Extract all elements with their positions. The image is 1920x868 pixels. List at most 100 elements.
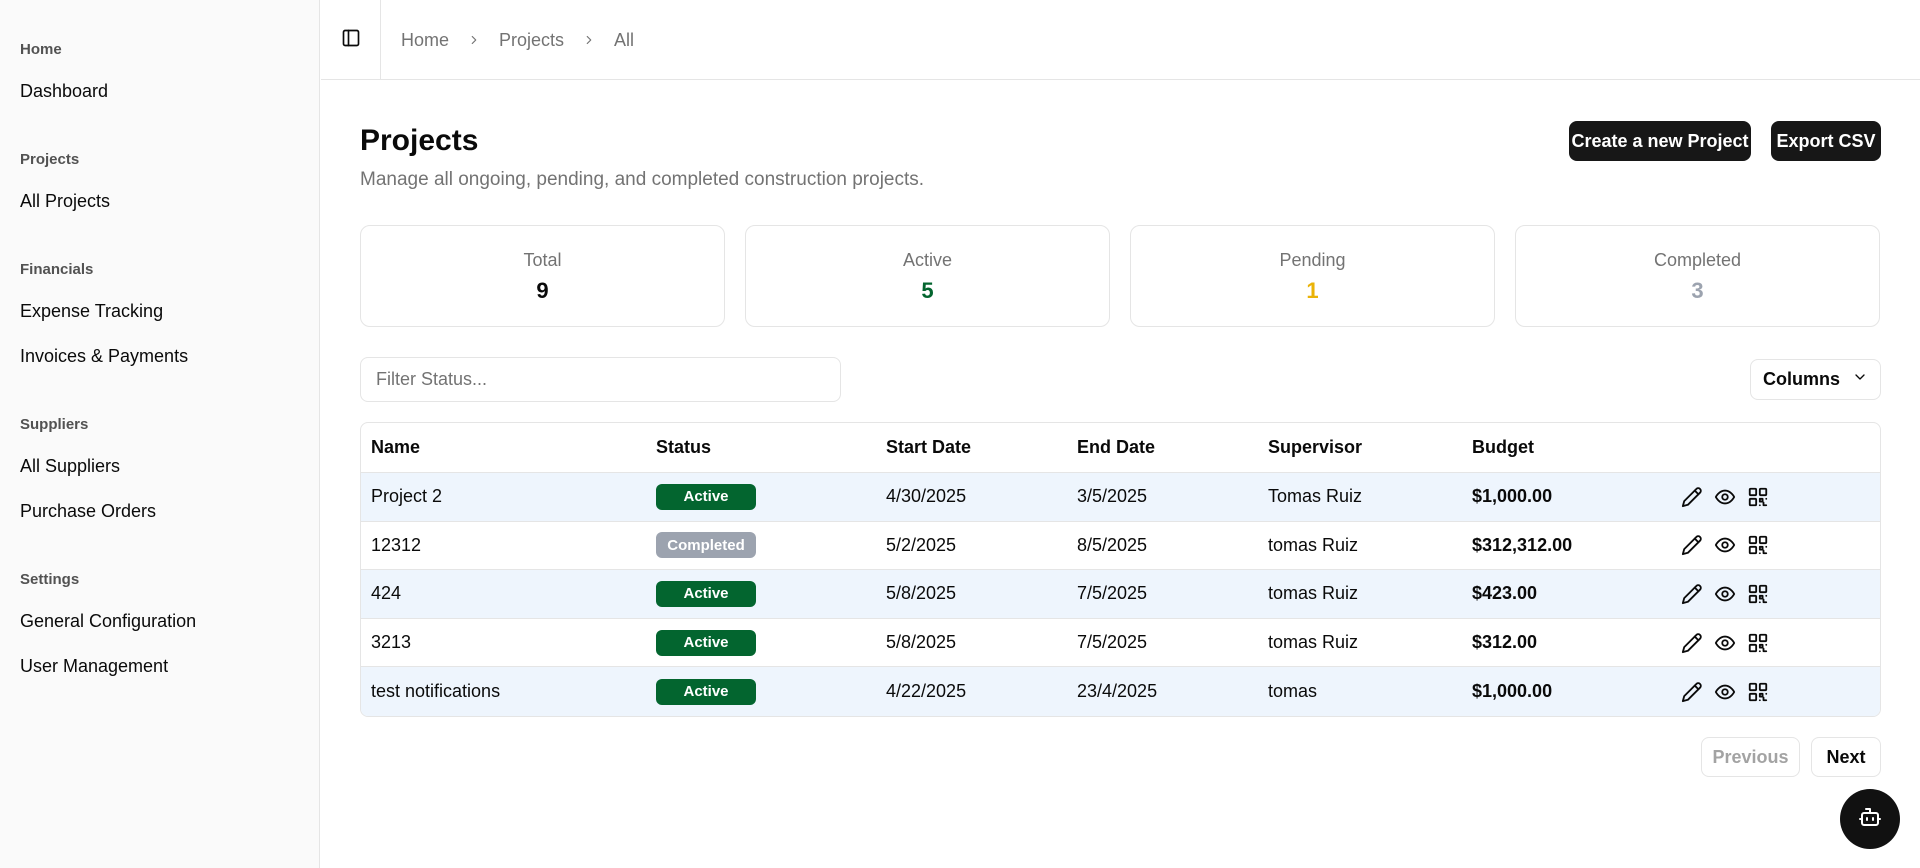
chevron-right-icon [582,33,596,47]
qr-code-icon[interactable] [1747,583,1769,605]
table-header-row: Name Status Start Date End Date Supervis… [361,423,1880,473]
qr-code-icon[interactable] [1747,534,1769,556]
column-header-status[interactable]: Status [656,423,711,472]
table-body: Project 2 Active 4/30/2025 3/5/2025 Tomas Ru… [361,473,1880,716]
table-row[interactable]: test notifications Active 4/22/2025 23/4/20… [361,667,1880,716]
view-icon[interactable] [1714,632,1736,654]
filter-status-input[interactable] [360,357,841,402]
view-icon[interactable] [1714,681,1736,703]
cell-start-date: 4/22/2025 [886,681,967,702]
sidebar-item-expense-tracking[interactable]: Expense Tracking [20,289,188,334]
sidebar: Home Dashboard Projects All Projects Fin… [0,0,320,868]
stat-value: 3 [1691,278,1704,303]
chevron-right-icon [467,33,481,47]
cell-budget: $1,000.00 [1472,486,1553,507]
nav-group-label: Settings [20,571,80,588]
row-actions [1681,619,1769,667]
cell-budget: $312.00 [1472,632,1538,653]
top-bar: Home Projects All [321,0,1920,80]
sidebar-toggle-button[interactable] [321,0,381,80]
cell-status: Active [656,473,756,521]
qr-code-icon[interactable] [1747,681,1769,703]
view-icon[interactable] [1714,534,1736,556]
stat-value: 9 [536,278,549,303]
breadcrumb: Home Projects All [401,0,634,80]
columns-label: Columns [1762,369,1840,389]
sidebar-item-all-projects[interactable]: All Projects [20,179,110,224]
cell-start-date: 5/8/2025 [886,583,957,604]
edit-icon[interactable] [1681,534,1703,556]
column-header-start-date[interactable]: Start Date [886,423,971,472]
previous-page-button[interactable]: Previous [1701,737,1800,777]
table-row[interactable]: 3213 Active 5/8/2025 7/5/2025 tomas Ruiz $312… [361,619,1880,668]
cell-name: 12312 [371,534,422,555]
stat-value: 1 [1306,278,1319,303]
sidebar-item-general-configuration[interactable]: General Configuration [20,599,196,644]
edit-icon[interactable] [1681,486,1703,508]
nav-group-label: Projects [20,151,80,168]
cell-budget: $1,000.00 [1472,681,1553,702]
panel-left-icon [341,28,361,53]
cell-end-date: 3/5/2025 [1077,486,1148,507]
cell-status: Active [656,570,756,618]
stat-value: 5 [921,278,934,303]
chevron-down-icon [1852,369,1868,390]
nav-group-settings: Settings General Configuration User Mana… [20,569,196,689]
nav-group-home: Home Dashboard [20,39,108,114]
cell-supervisor: tomas Ruiz [1268,632,1359,653]
nav-group-projects: Projects All Projects [20,149,110,224]
next-page-button[interactable]: Next [1811,737,1881,777]
edit-icon[interactable] [1681,583,1703,605]
cell-status: Completed [656,522,756,570]
breadcrumb-home[interactable]: Home [401,30,449,51]
stat-card-pending: Pending 1 [1130,225,1495,327]
sidebar-item-invoices-payments[interactable]: Invoices & Payments [20,334,188,379]
cell-end-date: 8/5/2025 [1077,534,1148,555]
breadcrumb-projects[interactable]: Projects [499,30,564,51]
page-subtitle: Manage all ongoing, pending, and complet… [360,169,925,190]
cell-name: 424 [371,583,402,604]
sidebar-item-user-management[interactable]: User Management [20,644,196,689]
cell-start-date: 5/8/2025 [886,632,957,653]
page-title: Projects [360,124,479,157]
view-icon[interactable] [1714,583,1736,605]
edit-icon[interactable] [1681,681,1703,703]
qr-code-icon[interactable] [1747,486,1769,508]
sidebar-item-all-suppliers[interactable]: All Suppliers [20,444,156,489]
sidebar-item-purchase-orders[interactable]: Purchase Orders [20,489,156,534]
columns-button[interactable]: Columns [1750,359,1881,400]
row-actions [1681,667,1769,716]
cell-budget: $312,312.00 [1472,534,1573,555]
cell-status: Active [656,667,756,716]
breadcrumb-all: All [614,29,635,50]
column-header-end-date[interactable]: End Date [1077,423,1155,472]
cell-end-date: 7/5/2025 [1077,583,1148,604]
export-csv-button[interactable]: Export CSV [1771,121,1881,161]
assistant-button[interactable] [1840,789,1900,849]
table-row[interactable]: Project 2 Active 4/30/2025 3/5/2025 Tomas Ru… [361,473,1880,522]
edit-icon[interactable] [1681,632,1703,654]
row-actions [1681,473,1769,521]
status-badge: Active [656,629,756,656]
column-header-name[interactable]: Name [371,423,420,472]
cell-supervisor: tomas Ruiz [1268,534,1359,555]
row-actions [1681,522,1769,570]
sidebar-item-dashboard[interactable]: Dashboard [20,69,108,114]
projects-table: Name Status Start Date End Date Supervis… [360,422,1881,717]
column-header-supervisor[interactable]: Supervisor [1268,423,1362,472]
cell-start-date: 5/2/2025 [886,534,957,555]
view-icon[interactable] [1714,486,1736,508]
table-row[interactable]: 12312 Completed 5/2/2025 8/5/2025 tomas Ruiz… [361,522,1880,571]
qr-code-icon[interactable] [1747,632,1769,654]
status-badge: Active [656,483,756,510]
nav-group-financials: Financials Expense Tracking Invoices & P… [20,259,188,379]
stat-label: Total [523,250,562,270]
table-row[interactable]: 424 Active 5/8/2025 7/5/2025 tomas Ruiz $423.… [361,570,1880,619]
column-header-budget[interactable]: Budget [1472,423,1534,472]
nav-group-label: Financials [20,261,94,278]
create-project-button[interactable]: Create a new Project [1569,121,1751,161]
cell-status: Active [656,619,756,667]
status-badge: Active [656,678,756,705]
stat-label: Active [902,250,953,270]
nav-group-suppliers: Suppliers All Suppliers Purchase Orders [20,414,156,534]
